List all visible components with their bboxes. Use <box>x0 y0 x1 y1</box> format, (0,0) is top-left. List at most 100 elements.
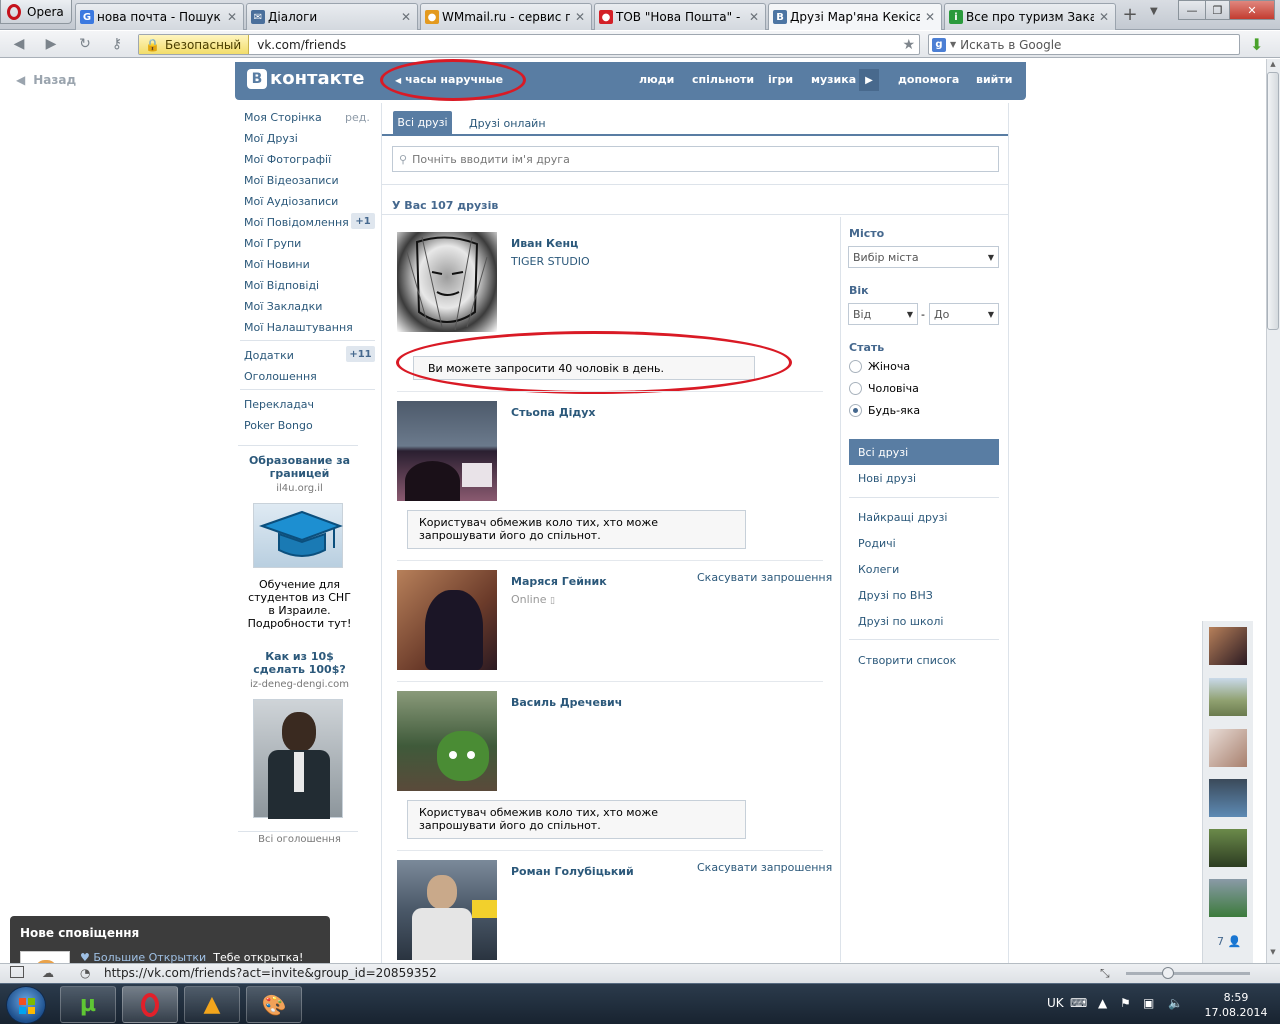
bookmark-star-icon[interactable]: ★ <box>902 37 919 53</box>
menu-my-friends[interactable]: Мої Друзі <box>244 132 298 145</box>
search-engine-dropdown-icon[interactable]: ▼ <box>950 40 956 49</box>
nav-communities[interactable]: спільноти <box>692 73 754 86</box>
friend-name[interactable]: Роман Голубіцький <box>511 865 634 878</box>
language-indicator[interactable]: UK <box>1047 996 1064 1010</box>
address-field[interactable]: 🔒 Безопасный vk.com/friends ★ <box>138 34 920 55</box>
cloud-icon[interactable]: ☁ <box>42 966 54 980</box>
sex-female-radio[interactable]: Жіноча <box>849 360 910 373</box>
list-new-friends[interactable]: Нові друзі <box>858 472 916 485</box>
messages-badge[interactable]: +1 <box>351 213 375 229</box>
nav-games[interactable]: ігри <box>768 73 793 86</box>
friend-subtitle[interactable]: TIGER STUDIO <box>511 255 590 268</box>
list-best-friends[interactable]: Найкращі друзі <box>858 511 947 524</box>
nav-help[interactable]: допомога <box>898 73 959 86</box>
clock[interactable]: 8:59 17.08.2014 <box>1204 990 1268 1020</box>
speed-icon[interactable]: ◔ <box>80 966 90 980</box>
close-tab-icon[interactable]: ✕ <box>747 10 761 24</box>
close-tab-icon[interactable]: ✕ <box>399 10 413 24</box>
notification-popup[interactable]: Нове сповіщення ♥ Большие Открытки Тебе … <box>10 916 330 963</box>
menu-my-replies[interactable]: Мої Відповіді <box>244 279 319 292</box>
security-badge[interactable]: 🔒 Безопасный <box>139 35 250 54</box>
menu-ads[interactable]: Оголошення <box>244 370 317 383</box>
online-friend-avatar[interactable] <box>1209 879 1247 917</box>
friend-name[interactable]: Маряся Гейник <box>511 575 607 588</box>
ad-image-graduation-cap[interactable] <box>253 503 343 568</box>
close-window-icon[interactable]: ✕ <box>1229 0 1275 20</box>
online-friend-avatar[interactable] <box>1209 829 1247 867</box>
city-select[interactable]: Вибір міста ▼ <box>848 246 999 268</box>
list-university[interactable]: Друзі по ВНЗ <box>858 589 933 602</box>
list-school[interactable]: Друзі по школі <box>858 615 943 628</box>
list-colleagues[interactable]: Колеги <box>858 563 899 576</box>
ad-image-man[interactable] <box>253 699 343 819</box>
friend-avatar[interactable] <box>397 860 497 960</box>
menu-apps[interactable]: Додатки <box>244 349 294 362</box>
aimp-taskbar-button[interactable]: ▲ <box>184 986 240 1023</box>
scroll-down-icon[interactable]: ▼ <box>1267 948 1279 960</box>
nav-people[interactable]: люди <box>639 73 674 86</box>
menu-my-groups[interactable]: Мої Групи <box>244 237 301 250</box>
close-tab-icon[interactable]: ✕ <box>1097 10 1111 24</box>
friend-name[interactable]: Стьопа Дідух <box>511 406 596 419</box>
forward-arrow-icon[interactable]: ▶ <box>42 36 60 52</box>
scroll-up-icon[interactable]: ▲ <box>1267 60 1279 72</box>
browser-tab[interactable]: ● WMmail.ru - сервис п... ✕ <box>420 3 592 30</box>
opera-menu-button[interactable]: Opera <box>0 0 72 24</box>
age-to-select[interactable]: До ▼ <box>929 303 999 325</box>
sex-any-radio[interactable]: Будь-яка <box>849 404 920 417</box>
close-tab-icon[interactable]: ✕ <box>923 10 937 24</box>
menu-edit-link[interactable]: ред. <box>345 111 370 124</box>
reload-icon[interactable]: ↻ <box>76 36 94 52</box>
all-ads-link[interactable]: Всі оголошення <box>244 834 355 845</box>
notification-link[interactable]: ♥ Большие Открытки <box>80 951 206 963</box>
vk-logo[interactable]: В контакте <box>247 68 364 89</box>
nav-music[interactable]: музика <box>811 73 856 86</box>
friend-name[interactable]: Иван Кенц <box>511 237 578 250</box>
browser-tab[interactable]: i Все про туризм Закар... ✕ <box>944 3 1116 30</box>
list-relatives[interactable]: Родичі <box>858 537 896 550</box>
restore-icon[interactable]: ❐ <box>1205 0 1230 20</box>
online-friend-avatar[interactable] <box>1209 627 1247 665</box>
nav-logout[interactable]: вийти <box>976 73 1012 86</box>
key-icon[interactable]: ⚷ <box>108 36 126 52</box>
menu-my-photos[interactable]: Мої Фотографії <box>244 153 331 166</box>
menu-translator[interactable]: Перекладач <box>244 398 314 411</box>
browser-tab[interactable]: ✉ Діалоги ✕ <box>246 3 418 30</box>
ad-title[interactable]: Образование за границей <box>244 454 355 480</box>
cancel-invite-link[interactable]: Скасувати запрошення <box>697 571 832 584</box>
opera-taskbar-button[interactable] <box>122 986 178 1023</box>
tab-friends-online[interactable]: Друзі онлайн <box>469 117 546 130</box>
close-tab-icon[interactable]: ✕ <box>573 10 587 24</box>
menu-my-messages[interactable]: Мої Повідомлення <box>244 216 349 229</box>
create-list-link[interactable]: Створити список <box>858 654 956 667</box>
keyboard-icon[interactable]: ⌨ <box>1070 996 1087 1010</box>
minimize-icon[interactable]: — <box>1178 0 1206 20</box>
browser-tab-active[interactable]: В Друзі Мар'яна Кекіса |... ✕ <box>768 3 942 30</box>
music-play-icon[interactable]: ▶ <box>859 69 879 91</box>
start-button[interactable] <box>6 986 46 1024</box>
utorrent-taskbar-button[interactable]: µ <box>60 986 116 1023</box>
menu-poker-bongo[interactable]: Poker Bongo <box>244 419 313 432</box>
flag-icon[interactable]: ⚑ <box>1120 996 1131 1010</box>
panel-toggle-icon[interactable] <box>10 966 24 978</box>
zoom-slider-handle[interactable] <box>1162 967 1174 979</box>
friend-search-input[interactable]: ⚲ Почніть вводити ім'я друга <box>392 146 999 172</box>
tab-all-friends[interactable]: Всі друзі <box>393 111 452 134</box>
cancel-invite-link[interactable]: Скасувати запрошення <box>697 861 832 874</box>
menu-my-audio[interactable]: Мої Аудіозаписи <box>244 195 338 208</box>
friend-avatar[interactable] <box>397 691 497 791</box>
friend-avatar[interactable] <box>397 401 497 501</box>
friend-avatar[interactable] <box>397 232 497 332</box>
back-arrow-icon[interactable]: ◀ <box>10 36 28 52</box>
browser-tab[interactable]: ● ТОВ "Нова Пошта" - ... ✕ <box>594 3 766 30</box>
search-field[interactable]: g ▼ Искать в Google <box>928 34 1240 55</box>
sex-male-radio[interactable]: Чоловіча <box>849 382 919 395</box>
ad-title[interactable]: Как из 10$ сделать 100$? <box>244 650 355 676</box>
menu-my-page[interactable]: Моя Сторінка <box>244 111 322 124</box>
browser-tab[interactable]: G нова почта - Пошук G... ✕ <box>75 3 244 30</box>
paint-taskbar-button[interactable]: 🎨 <box>246 986 302 1023</box>
notification-avatar[interactable] <box>20 951 70 963</box>
age-from-select[interactable]: Від ▼ <box>848 303 918 325</box>
view-icon[interactable]: ⤡ <box>1100 966 1110 981</box>
tray-arrow-icon[interactable]: ▲ <box>1098 996 1107 1010</box>
